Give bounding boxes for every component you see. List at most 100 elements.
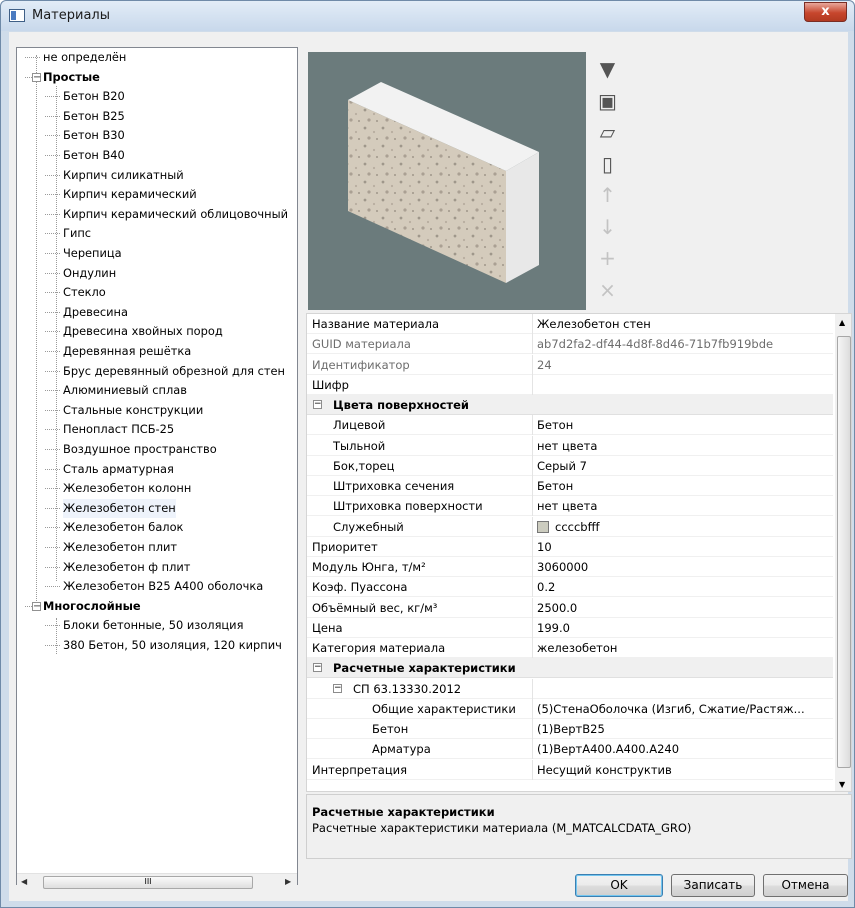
property-value[interactable]: Бетон bbox=[532, 415, 831, 436]
tree-item[interactable]: Брус деревянный обрезной для стен bbox=[45, 362, 285, 381]
tree-item[interactable]: Бетон В30 bbox=[45, 126, 125, 145]
wall-view-icon[interactable]: ▣ bbox=[592, 86, 623, 117]
property-value[interactable]: ccccbfff bbox=[532, 516, 831, 537]
property-row[interactable]: Идентификатор 24 bbox=[307, 354, 833, 375]
collapse-icon[interactable]: − bbox=[32, 601, 41, 611]
property-value[interactable]: нет цвета bbox=[532, 435, 831, 456]
property-value[interactable]: (1)ВертВ25 bbox=[532, 719, 831, 739]
property-value[interactable] bbox=[532, 658, 831, 678]
tree-group[interactable]: Многослойные bbox=[25, 597, 141, 616]
property-value[interactable]: Бетон bbox=[532, 476, 831, 496]
tree-item[interactable]: Сталь арматурная bbox=[45, 460, 174, 479]
property-category[interactable]: − Расчетные характеристики bbox=[307, 658, 833, 679]
property-category[interactable]: − СП 63.13330.2012 bbox=[307, 678, 833, 699]
property-row[interactable]: Арматура (1)ВертА400.А400.А240 bbox=[307, 739, 833, 760]
save-button[interactable]: Записать bbox=[671, 874, 755, 897]
property-row[interactable]: Бок,торец Серый 7 bbox=[307, 455, 833, 476]
ok-button[interactable]: OK bbox=[575, 874, 663, 897]
property-row[interactable]: Тыльной нет цвета bbox=[307, 435, 833, 456]
tree-item[interactable]: Ондулин bbox=[45, 264, 116, 283]
scroll-down-icon[interactable]: ▼ bbox=[839, 780, 845, 789]
property-value[interactable]: 0.2 bbox=[532, 577, 831, 598]
tree-item[interactable]: Железобетон стен bbox=[45, 498, 176, 518]
property-row[interactable]: Лицевой Бетон bbox=[307, 415, 833, 436]
tree-item[interactable]: Алюминиевый сплав bbox=[45, 381, 187, 400]
collapse-icon[interactable]: − bbox=[333, 683, 342, 693]
property-scrollbar[interactable]: ▲ ▼ bbox=[835, 314, 851, 791]
scroll-left-icon[interactable]: ◀ bbox=[21, 877, 27, 886]
collapse-icon[interactable]: − bbox=[313, 400, 322, 409]
tree-item[interactable]: Бетон В25 bbox=[45, 107, 125, 126]
collapse-icon[interactable]: − bbox=[313, 663, 322, 673]
tree-item[interactable]: Железобетон балок bbox=[45, 518, 183, 537]
add-icon[interactable]: + bbox=[592, 243, 623, 274]
tree-item[interactable]: Кирпич керамический облицовочный bbox=[45, 205, 288, 224]
property-category[interactable]: − Цвета поверхностей bbox=[307, 395, 833, 415]
property-row[interactable]: Объёмный вес, кг/м³ 2500.0 bbox=[307, 597, 833, 618]
slab-view-icon[interactable]: ▱ bbox=[592, 117, 623, 148]
tree-item[interactable]: Пенопласт ПСБ-25 bbox=[45, 420, 174, 439]
property-row[interactable]: Категория материала железобетон bbox=[307, 638, 833, 658]
property-row[interactable]: Интерпретация Несущий конструктив bbox=[307, 759, 833, 780]
property-value[interactable]: ab7d2fa2-df44-4d8f-8d46-71b7fb919bde bbox=[532, 334, 831, 355]
tree-scroll-thumb[interactable]: III bbox=[43, 876, 253, 889]
tree-group[interactable]: Простые bbox=[25, 68, 100, 87]
property-value[interactable]: Несущий конструктив bbox=[532, 759, 831, 780]
property-scroll-thumb[interactable] bbox=[837, 336, 851, 768]
close-button[interactable]: x bbox=[804, 2, 847, 22]
tree-item[interactable]: Воздушное пространство bbox=[45, 440, 217, 459]
tree-item[interactable]: 380 Бетон, 50 изоляция, 120 кирпич bbox=[45, 636, 282, 655]
property-row[interactable]: Название материала Железобетон стен bbox=[307, 314, 833, 334]
property-value[interactable]: (1)ВертА400.А400.А240 bbox=[532, 739, 831, 760]
move-down-icon[interactable]: ↓ bbox=[592, 212, 623, 243]
property-value[interactable]: нет цвета bbox=[532, 496, 831, 517]
tree-item[interactable]: Железобетон колонн bbox=[45, 479, 191, 498]
tree-item[interactable]: Древесина хвойных пород bbox=[45, 322, 223, 341]
property-value[interactable] bbox=[532, 395, 831, 415]
property-row[interactable]: Шифр bbox=[307, 374, 833, 395]
filter-icon[interactable]: ▼ bbox=[592, 54, 623, 85]
property-row[interactable]: Коэф. Пуассона 0.2 bbox=[307, 577, 833, 598]
property-value[interactable] bbox=[532, 374, 831, 395]
property-row[interactable]: Штриховка сечения Бетон bbox=[307, 476, 833, 496]
tree-item[interactable]: Блоки бетонные, 50 изоляция bbox=[45, 616, 243, 635]
tree-item[interactable]: Кирпич керамический bbox=[45, 185, 197, 204]
property-value[interactable]: Серый 7 bbox=[532, 455, 831, 476]
property-value[interactable]: Железобетон стен bbox=[532, 314, 831, 334]
tree-item[interactable]: Гипс bbox=[45, 224, 91, 243]
tree-item[interactable]: Железобетон плит bbox=[45, 538, 177, 557]
property-value[interactable] bbox=[532, 678, 831, 699]
tree-item[interactable]: Бетон В20 bbox=[45, 87, 125, 106]
property-value[interactable]: 10 bbox=[532, 536, 831, 557]
scroll-up-icon[interactable]: ▲ bbox=[839, 318, 845, 327]
tree-item[interactable]: не определён bbox=[25, 48, 126, 67]
property-row[interactable]: Модуль Юнга, т/м² 3060000 bbox=[307, 557, 833, 577]
property-value[interactable]: 3060000 bbox=[532, 557, 831, 577]
property-row[interactable]: Общие характеристики (5)СтенаОболочка (Из… bbox=[307, 698, 833, 719]
collapse-icon[interactable]: − bbox=[32, 72, 41, 82]
tree-item[interactable]: Стальные конструкции bbox=[45, 401, 203, 420]
property-value[interactable]: (5)СтенаОболочка (Изгиб, Сжатие/Растяж..… bbox=[532, 698, 831, 719]
scroll-right-icon[interactable]: ▶ bbox=[285, 877, 291, 886]
tree-item[interactable]: Деревянная решётка bbox=[45, 342, 191, 361]
tree-item[interactable]: Черепица bbox=[45, 244, 122, 263]
property-row[interactable]: Приоритет 10 bbox=[307, 536, 833, 557]
column-view-icon[interactable]: ▯ bbox=[592, 149, 623, 180]
tree-item[interactable]: Бетон В40 bbox=[45, 146, 125, 165]
property-row[interactable]: Штриховка поверхности нет цвета bbox=[307, 496, 833, 517]
property-value[interactable]: железобетон bbox=[532, 638, 831, 658]
property-value[interactable]: 2500.0 bbox=[532, 597, 831, 618]
tree-item[interactable]: Кирпич силикатный bbox=[45, 166, 184, 185]
property-row[interactable]: GUID материала ab7d2fa2-df44-4d8f-8d46-71… bbox=[307, 334, 833, 355]
property-row[interactable]: Служебный ccccbfff bbox=[307, 516, 833, 537]
property-row[interactable]: Бетон (1)ВертВ25 bbox=[307, 719, 833, 739]
tree-item[interactable]: Древесина bbox=[45, 303, 128, 322]
delete-icon[interactable]: × bbox=[592, 275, 623, 306]
move-up-icon[interactable]: ↑ bbox=[592, 180, 623, 211]
cancel-button[interactable]: Отмена bbox=[763, 874, 848, 897]
tree-horizontal-scrollbar[interactable]: ◀ III ▶ bbox=[17, 873, 297, 890]
property-value[interactable]: 24 bbox=[532, 354, 831, 375]
property-row[interactable]: Цена 199.0 bbox=[307, 617, 833, 638]
tree-item[interactable]: Железобетон В25 А400 оболочка bbox=[45, 577, 263, 596]
tree-item[interactable]: Стекло bbox=[45, 283, 106, 302]
